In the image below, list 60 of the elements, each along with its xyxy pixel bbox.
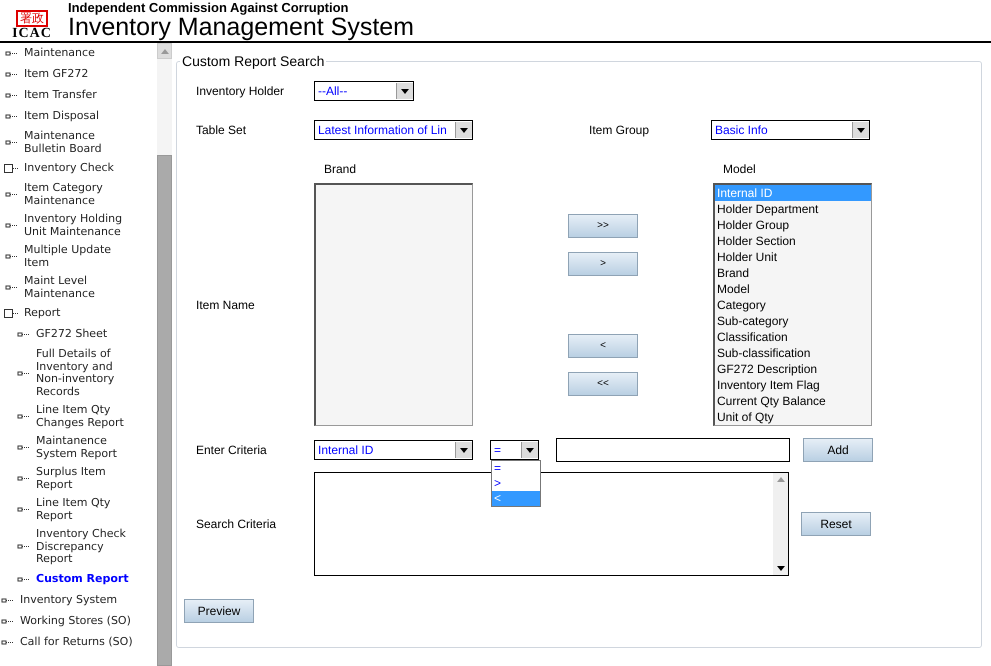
field-label: Search Criteria — [196, 517, 278, 531]
list-option[interactable]: Sub-classification — [715, 345, 871, 361]
remove-button[interactable]: < — [568, 334, 638, 358]
logo-seal: 署政 — [16, 10, 48, 27]
nav-tree-item[interactable]: Maintanence System Report — [36, 435, 131, 460]
list-option[interactable]: Category — [715, 297, 871, 313]
organization-name: Independent Commission Against Corruption — [68, 1, 350, 14]
nav-tree-item[interactable]: Item GF272 — [24, 68, 129, 81]
column-label: Brand — [323, 162, 358, 176]
list-option[interactable]: Classification — [715, 329, 871, 345]
panel-title: Custom Report Search — [181, 53, 326, 69]
list-option[interactable]: Unit of Qty — [715, 409, 871, 425]
list-option[interactable]: Current Qty Balance — [715, 393, 871, 409]
nav-tree-item[interactable]: Maint Level Maintenance — [24, 275, 129, 300]
preview-button[interactable]: Preview — [184, 599, 254, 623]
nav-tree-item[interactable]: Surplus Item Report — [36, 466, 131, 491]
dropdown-select[interactable]: Basic Info — [711, 120, 870, 140]
logo-text: ICAC — [12, 27, 52, 41]
field-label: Table Set — [196, 123, 248, 137]
nav-tree-item[interactable]: Full Details of Inventory and Non-inventory Records — [36, 348, 131, 398]
field-label: Item Group — [589, 123, 650, 137]
nav-tree-item[interactable]: Report — [24, 307, 129, 320]
nav-tree-item[interactable]: Maintenance Bulletin Board — [24, 130, 129, 155]
reset-button[interactable]: Reset — [801, 512, 871, 536]
nav-tree-item[interactable]: Line Item Qty Report — [36, 497, 131, 522]
nav-tree-item[interactable]: Inventory System — [20, 594, 148, 606]
list-option[interactable]: GF272 Description — [715, 361, 871, 377]
nav-tree-item[interactable]: Multiple Update Item — [24, 244, 129, 269]
move-button[interactable]: > — [568, 252, 638, 276]
nav-tree-item[interactable]: Maintenance — [24, 47, 129, 60]
column-label: Model — [723, 162, 757, 176]
nav-tree-item[interactable]: Inventory Check — [24, 162, 129, 175]
add-button[interactable]: Add — [803, 438, 873, 462]
nav-tree-item[interactable]: Item Transfer — [24, 89, 129, 102]
field-label: Enter Criteria — [196, 443, 268, 457]
list-option[interactable]: Holder Department — [715, 201, 871, 217]
nav-tree-item[interactable]: Working Stores (SO) — [20, 614, 148, 628]
move-all-button[interactable]: >> — [568, 214, 638, 238]
dropdown-select[interactable]: --All-- — [314, 81, 414, 101]
list-option[interactable]: Sub-category — [715, 313, 871, 329]
remove-all-button[interactable]: << — [568, 372, 638, 396]
list-option[interactable]: Holder Section — [715, 233, 871, 249]
field-label: Inventory Holder — [196, 84, 286, 98]
dropdown-select[interactable]: Latest Information of Lin — [314, 120, 473, 140]
nav-tree-item[interactable]: Call for Returns (SO) — [20, 636, 148, 648]
app-title: Inventory Management System — [68, 14, 414, 41]
nav-tree-item[interactable]: Inventory Holding Unit Maintenance — [24, 213, 129, 238]
nav-tree-item[interactable]: Custom Report — [36, 572, 131, 586]
list-option[interactable]: Inventory Item Flag — [715, 377, 871, 393]
nav-tree-item[interactable]: GF272 Sheet — [36, 328, 131, 341]
list-option[interactable]: Holder Unit — [715, 249, 871, 265]
field-label: Item Name — [196, 298, 256, 312]
dropdown-select[interactable]: Internal ID — [314, 440, 473, 460]
nav-tree-item[interactable]: Inventory Check Discrepancy Report — [36, 528, 131, 566]
list-option[interactable]: Model — [715, 281, 871, 297]
nav-tree-item[interactable]: Item Disposal — [24, 110, 129, 123]
nav-tree-item[interactable]: Line Item Qty Changes Report — [36, 404, 131, 429]
list-option[interactable]: Brand — [715, 265, 871, 281]
list-option[interactable]: Holder Group — [715, 217, 871, 233]
nav-tree-item[interactable]: Item Category Maintenance — [24, 182, 129, 207]
